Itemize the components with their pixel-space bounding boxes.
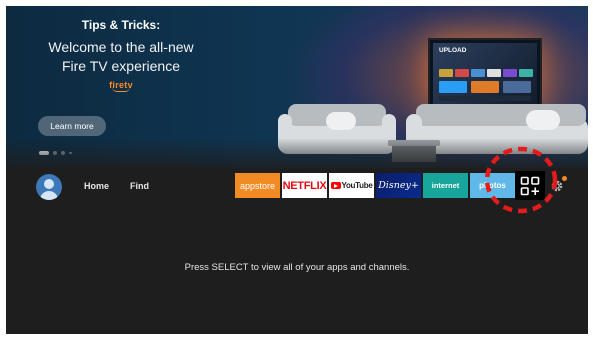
fire-tv-screen: Tips & Tricks: Welcome to the all-new Fi… — [6, 6, 588, 334]
app-tile-appstore[interactable]: appstore — [235, 173, 280, 198]
app-tile-label: internet — [431, 181, 460, 190]
tv-tile — [439, 81, 467, 93]
app-tile-disney-plus[interactable]: Disney+ — [376, 173, 421, 198]
firetv-logo-text: firetv — [109, 80, 133, 90]
app-tile-label: NETFLIX — [282, 179, 327, 192]
firetv-logo: firetv — [6, 80, 236, 92]
youtube-play-icon — [330, 182, 341, 189]
app-tile-label: Disney+ — [378, 180, 419, 191]
app-tile-photos[interactable]: photos — [470, 173, 515, 198]
nav-home[interactable]: Home — [84, 181, 109, 191]
hero-headline-line2: Fire TV experience — [61, 58, 180, 74]
tv-tile — [471, 69, 485, 77]
nav-row: Home Find appstore NETFLIX YouTube Disne… — [6, 168, 588, 206]
gear-icon[interactable] — [550, 179, 564, 193]
tv-title: UPLOAD — [439, 47, 467, 54]
tv-tile — [519, 69, 533, 77]
tv-tile — [471, 81, 499, 93]
tv-screen-illustration: UPLOAD — [433, 43, 537, 105]
tv-tile — [439, 69, 453, 77]
hero-tv-illustration: UPLOAD — [428, 38, 542, 110]
app-tile-netflix[interactable]: NETFLIX — [282, 173, 327, 198]
tv-tile — [439, 96, 531, 101]
profile-avatar[interactable] — [36, 174, 62, 200]
apps-hint-text: Press SELECT to view all of your apps an… — [184, 262, 410, 273]
app-tile-internet[interactable]: internet — [423, 173, 468, 198]
app-tile-label: YouTube — [341, 181, 373, 190]
learn-more-button[interactable]: Learn more — [38, 116, 106, 136]
tv-tile — [455, 69, 469, 77]
app-tile-label: appstore — [239, 180, 276, 191]
hero-banner[interactable]: Tips & Tricks: Welcome to the all-new Fi… — [6, 6, 588, 168]
hero-headline: Welcome to the all-new Fire TV experienc… — [6, 38, 236, 76]
tv-tile — [487, 69, 501, 77]
nav-find[interactable]: Find — [130, 181, 149, 191]
hero-headline-line1: Welcome to the all-new — [48, 39, 194, 55]
apps-grid-plus-icon — [520, 176, 540, 195]
hero-eyebrow: Tips & Tricks: — [81, 18, 161, 32]
app-tile-label: photos — [479, 181, 506, 190]
apps-button[interactable] — [515, 171, 545, 200]
notification-badge — [562, 176, 567, 181]
tv-tile — [503, 81, 531, 93]
tv-tile — [503, 69, 517, 77]
app-tile-youtube[interactable]: YouTube — [329, 173, 374, 198]
